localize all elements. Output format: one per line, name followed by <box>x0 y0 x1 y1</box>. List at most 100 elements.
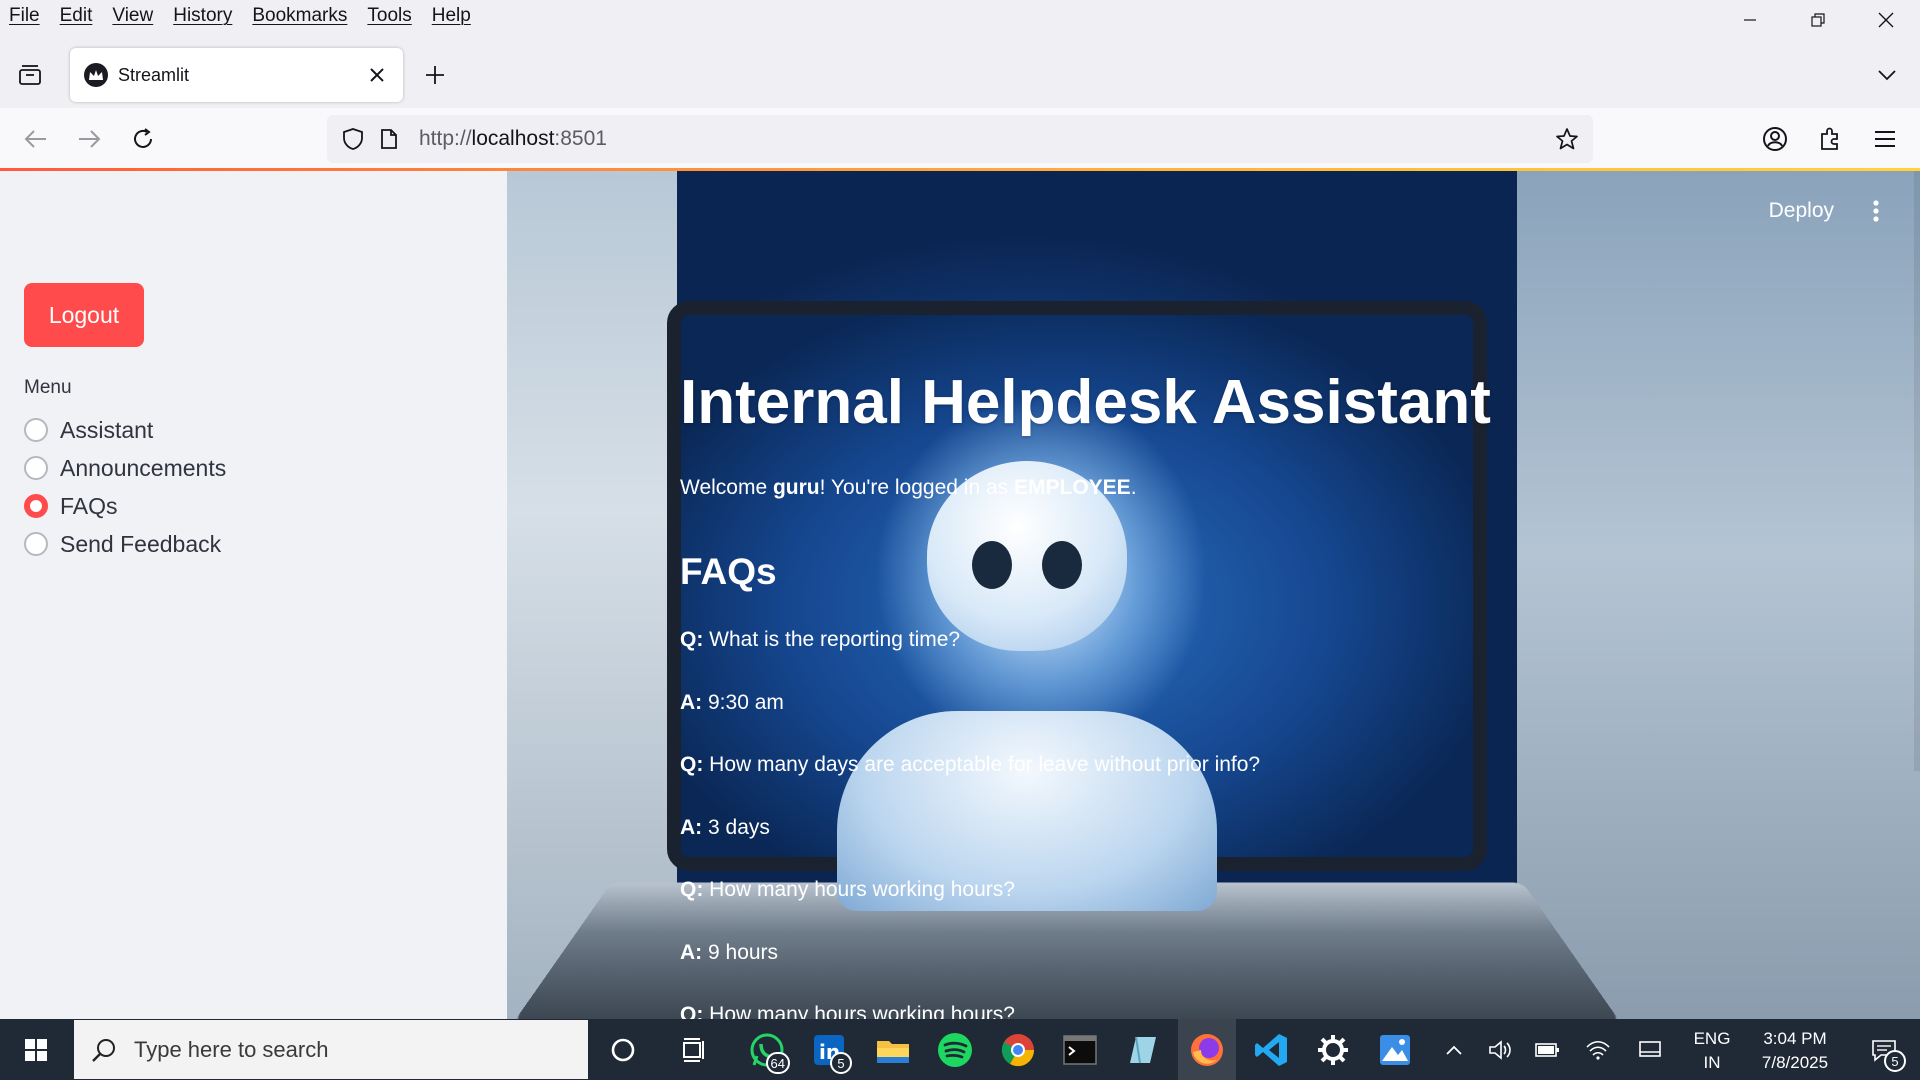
taskbar-linkedin[interactable]: in 5 <box>800 1019 858 1080</box>
menu-option-label: Announcements <box>60 454 227 481</box>
page-info-icon[interactable] <box>371 121 407 157</box>
search-icon <box>74 1037 134 1063</box>
clock-date: 7/8/2025 <box>1761 1053 1829 1072</box>
account-button[interactable] <box>1756 120 1794 158</box>
menu-option-label: FAQs <box>60 492 118 519</box>
vscode-icon <box>1255 1033 1287 1066</box>
app-menu-button[interactable] <box>1866 120 1904 158</box>
reload-button[interactable] <box>124 120 162 158</box>
input-language-indicator[interactable]: ENG IN <box>1690 1027 1734 1075</box>
network-button[interactable] <box>1580 1019 1616 1080</box>
back-button[interactable] <box>17 120 55 158</box>
radio-button[interactable] <box>24 456 48 480</box>
sidebar: Logout Menu Assistant Announcements FAQs… <box>0 171 507 1019</box>
task-view-icon <box>683 1037 704 1062</box>
clock-time: 3:04 PM <box>1763 1029 1827 1048</box>
menu-option-faqs[interactable]: FAQs <box>24 487 226 525</box>
action-center-button[interactable]: 5 <box>1858 1019 1910 1080</box>
tab-streamlit[interactable]: Streamlit <box>70 48 403 102</box>
logout-button[interactable]: Logout <box>24 283 144 347</box>
taskbar-notes-app[interactable] <box>1114 1019 1172 1080</box>
menu-bookmarks[interactable]: Bookmarks <box>242 5 357 27</box>
close-icon <box>370 68 384 82</box>
url-bar[interactable]: http://localhost:8501 <box>327 115 1593 163</box>
menu-view[interactable]: View <box>102 5 163 27</box>
faq-answer: A: 9:30 am <box>680 690 784 714</box>
arrow-right-icon <box>79 130 101 148</box>
region-code: IN <box>1703 1053 1721 1072</box>
minimize-icon <box>1744 19 1756 21</box>
cortana-button[interactable] <box>594 1019 652 1080</box>
account-icon <box>1763 127 1787 151</box>
plus-icon <box>426 66 444 84</box>
arrow-left-icon <box>24 130 46 148</box>
taskbar-whatsapp[interactable]: 64 <box>738 1019 796 1080</box>
forward-button[interactable] <box>70 120 108 158</box>
bookmark-star-button[interactable] <box>1549 121 1585 157</box>
taskbar-settings[interactable] <box>1304 1019 1362 1080</box>
faq-answer: A: 3 days <box>680 815 770 839</box>
list-all-tabs-button[interactable] <box>1870 58 1904 92</box>
menu-option-announcements[interactable]: Announcements <box>24 449 226 487</box>
show-hidden-icons-button[interactable] <box>1436 1019 1472 1080</box>
battery-button[interactable] <box>1530 1019 1566 1080</box>
photos-icon <box>1380 1034 1410 1065</box>
tablet-mode-button[interactable] <box>1632 1019 1668 1080</box>
taskbar-photos[interactable] <box>1366 1019 1424 1080</box>
faq-heading: FAQs <box>680 551 777 592</box>
menu-label: Menu <box>24 377 72 398</box>
tracking-protection-shield-icon[interactable] <box>335 121 371 157</box>
radio-button-selected[interactable] <box>24 494 48 518</box>
tab-close-button[interactable] <box>365 63 389 87</box>
taskbar-search-box[interactable]: Type here to search <box>74 1020 588 1079</box>
taskbar-chrome[interactable] <box>989 1019 1047 1080</box>
main-scrollbar[interactable] <box>1914 171 1920 771</box>
chrome-icon <box>1001 1033 1035 1066</box>
faq-question: Q: How many days are acceptable for leav… <box>680 753 1261 776</box>
username: guru <box>772 476 820 499</box>
language-code: ENG <box>1693 1029 1731 1048</box>
cortana-circle-icon <box>611 1038 635 1061</box>
robot-eye <box>1042 541 1082 589</box>
menu-edit[interactable]: Edit <box>50 5 103 27</box>
start-button[interactable] <box>0 1019 72 1080</box>
windows-logo-icon <box>25 1038 47 1061</box>
faq-list: Q: What is the reporting time? A: 9:30 a… <box>680 628 1260 1019</box>
firefox-view-button[interactable] <box>12 58 48 92</box>
speaker-icon <box>1489 1039 1511 1060</box>
folder-icon <box>877 1040 909 1063</box>
vertical-dots-icon <box>1873 200 1879 222</box>
new-tab-button[interactable] <box>418 58 452 92</box>
taskbar-terminal[interactable] <box>1051 1019 1109 1080</box>
taskbar-spotify[interactable] <box>926 1019 984 1080</box>
user-role: EMPLOYEE <box>1013 476 1131 499</box>
linkedin-notification-badge: 5 <box>830 1052 852 1074</box>
taskbar-vscode[interactable] <box>1242 1019 1300 1080</box>
terminal-icon <box>1063 1034 1097 1065</box>
whatsapp-unread-badge: 64 <box>765 1052 790 1074</box>
menu-option-assistant[interactable]: Assistant <box>24 411 226 449</box>
menu-radio-group: Assistant Announcements FAQs Send Feedba… <box>24 411 226 563</box>
menu-history[interactable]: History <box>163 5 242 27</box>
menu-option-send-feedback[interactable]: Send Feedback <box>24 525 226 563</box>
taskbar-file-explorer[interactable] <box>864 1019 922 1080</box>
main-menu-button[interactable] <box>1866 193 1886 229</box>
menu-tools[interactable]: Tools <box>357 5 421 27</box>
menu-help[interactable]: Help <box>422 5 481 27</box>
hamburger-menu-icon <box>1875 131 1895 147</box>
taskbar-clock[interactable]: 3:04 PM 7/8/2025 <box>1748 1027 1842 1075</box>
robot-eye <box>972 541 1012 589</box>
extensions-button[interactable] <box>1811 120 1849 158</box>
task-view-button[interactable] <box>666 1019 724 1080</box>
radio-button[interactable] <box>24 532 48 556</box>
menu-file[interactable]: File <box>0 5 50 27</box>
radio-button[interactable] <box>24 418 48 442</box>
close-icon <box>1878 12 1894 28</box>
navigation-bar: http://localhost:8501 <box>0 108 1920 170</box>
page-title: Internal Helpdesk Assistant <box>680 368 1491 437</box>
firefox-icon <box>1191 1033 1223 1066</box>
taskbar-firefox[interactable] <box>1178 1019 1236 1080</box>
restore-icon <box>1811 13 1825 27</box>
volume-button[interactable] <box>1482 1019 1518 1080</box>
deploy-button[interactable]: Deploy <box>1769 199 1834 223</box>
